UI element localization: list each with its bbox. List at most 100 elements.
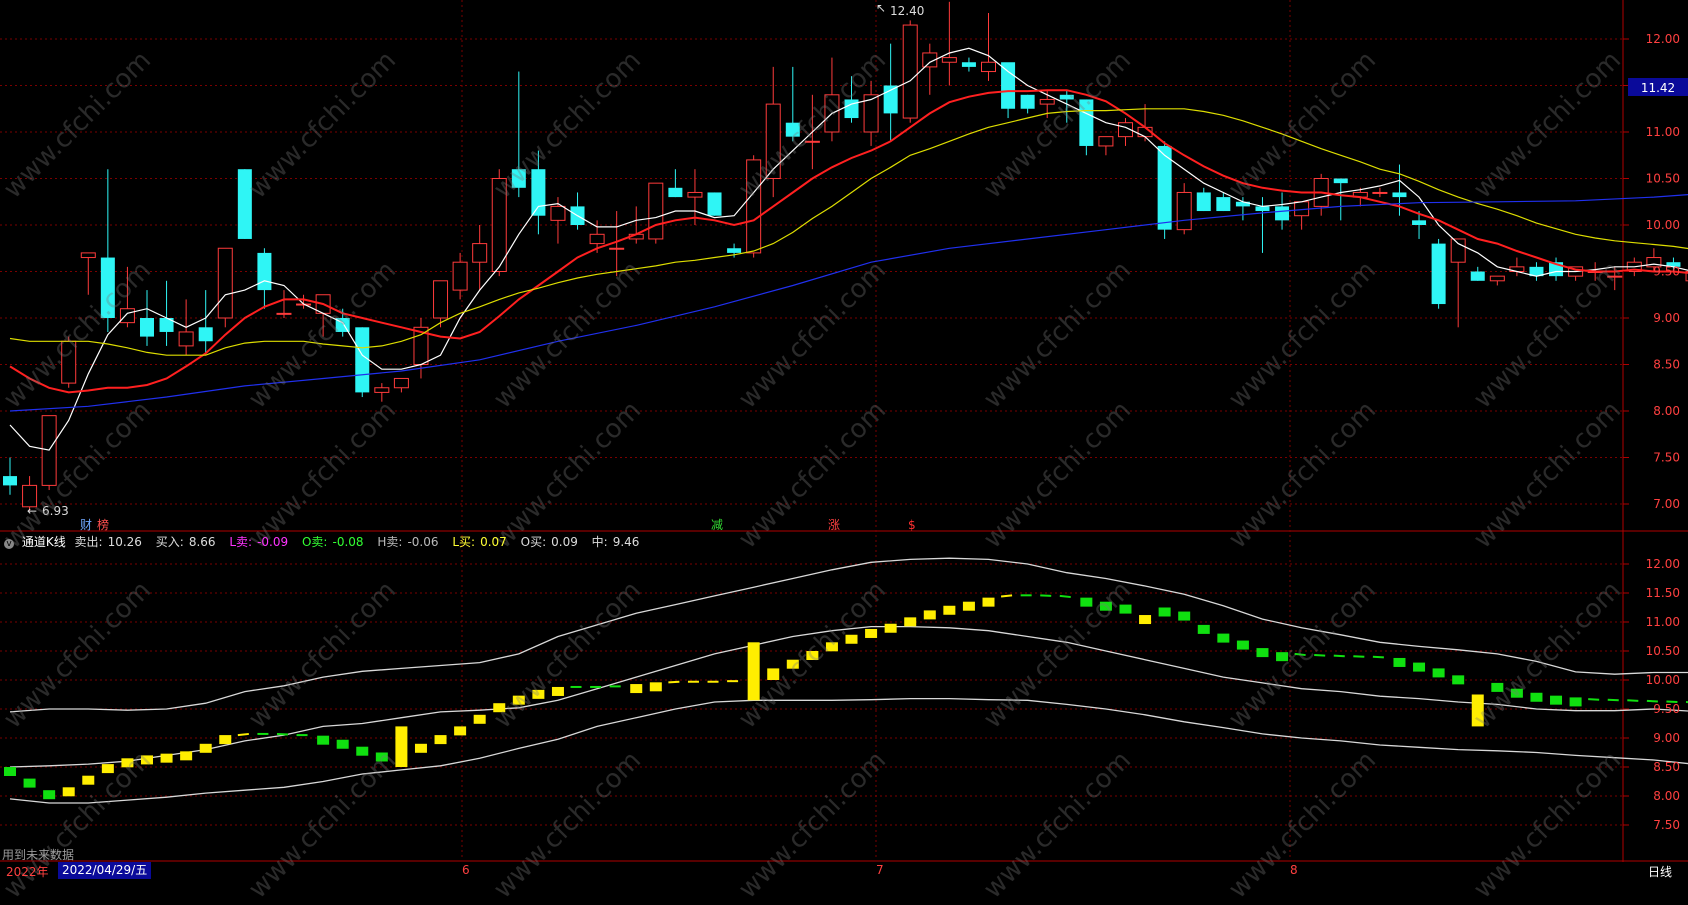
candle-body <box>491 178 507 272</box>
candlestick-series[interactable] <box>3 1 1688 511</box>
event-marker-finance[interactable]: 财 <box>80 518 92 532</box>
event-marker-rank[interactable]: 榜 <box>97 517 109 532</box>
candle <box>1117 118 1133 146</box>
month-label-8: 8 <box>1290 863 1298 877</box>
candle <box>393 377 409 393</box>
candle <box>1489 275 1505 286</box>
period-button[interactable]: 日线 <box>1648 863 1672 880</box>
indicator-legend: v 通道K线 卖出: 10.26 买入: 8.66 L卖: -0.09 O卖: -0.0… <box>4 533 649 549</box>
channel-bar <box>160 753 173 763</box>
candle <box>1079 99 1094 156</box>
channel-bar <box>4 767 16 776</box>
event-marker-reduce[interactable]: 减 <box>711 518 723 532</box>
channel-dash <box>1607 698 1619 702</box>
channel-bar <box>1550 695 1563 705</box>
candle-body <box>981 61 996 73</box>
main-tick-label: 7.00 <box>1653 497 1680 511</box>
channel-bar <box>865 628 878 638</box>
channel-bar <box>1471 694 1484 727</box>
candle <box>922 43 938 95</box>
indicator-tick-label: 10.00 <box>1646 673 1680 687</box>
channel-bar <box>454 726 467 736</box>
indicator-settings-icon[interactable]: v <box>4 539 14 549</box>
channel-bar <box>923 610 936 620</box>
candle-body <box>765 103 781 179</box>
candle <box>217 247 233 328</box>
candle-body <box>217 247 233 319</box>
channel-dash <box>1627 699 1639 702</box>
candle <box>452 252 468 300</box>
channel-bar <box>1256 648 1269 658</box>
indicator-tick-label: 12.00 <box>1646 557 1680 571</box>
indicator-tick-label: 11.50 <box>1646 586 1680 600</box>
candle-body <box>941 57 957 63</box>
candle-body <box>1470 271 1485 281</box>
channel-bar <box>121 758 134 768</box>
candle <box>844 76 859 123</box>
candle-body <box>139 318 154 337</box>
candle <box>648 182 664 244</box>
candle-body <box>589 233 605 245</box>
candle-body <box>374 387 390 393</box>
channel-bar <box>532 689 545 699</box>
candle-body <box>902 24 918 119</box>
channel-bar <box>943 605 956 615</box>
candle-body <box>727 248 742 253</box>
channel-bar <box>1217 633 1230 643</box>
main-tick-label: 11.00 <box>1646 125 1680 139</box>
candle <box>765 66 781 198</box>
candle <box>80 252 96 295</box>
legend-l-buy: L买: 0.07 <box>452 535 507 549</box>
channel-bar <box>1530 692 1543 702</box>
channel-bar <box>62 787 75 797</box>
channel-bar <box>1178 611 1191 621</box>
event-marker-dollar[interactable]: $ <box>908 518 916 532</box>
channel-bar <box>904 617 917 627</box>
indicator-price-axis: 7.50 8.00 8.50 9.00 9.50 10.00 10.50 11.00 11.50… <box>1623 557 1680 832</box>
channel-bar <box>1510 688 1523 698</box>
channel-markers[interactable] <box>4 594 1688 800</box>
candle <box>1020 94 1035 114</box>
channel-dash <box>1333 654 1345 658</box>
channel-bar <box>356 746 369 756</box>
channel-dash <box>1000 594 1013 598</box>
candle-body <box>1098 136 1114 147</box>
channel-bar <box>1569 697 1582 707</box>
date-label[interactable]: 2022/04/29/五 <box>58 862 152 879</box>
event-marker-rise[interactable]: 涨 <box>828 517 840 532</box>
candle <box>1196 187 1211 212</box>
channel-bar <box>82 775 95 785</box>
channel-bar <box>493 703 506 713</box>
candle <box>374 383 390 402</box>
candle-body <box>1431 243 1446 305</box>
candle-body <box>100 257 115 318</box>
indicator-tick-label: 10.50 <box>1646 644 1680 658</box>
candle <box>570 192 585 230</box>
candle <box>355 327 370 398</box>
channel-dash <box>276 732 289 736</box>
candle <box>491 169 507 277</box>
candle <box>1509 257 1525 277</box>
candle-body <box>198 327 213 342</box>
main-tick-label: 9.50 <box>1653 265 1680 279</box>
channel-dash <box>1588 698 1600 701</box>
candle <box>139 290 154 346</box>
indicator-tick-label: 8.00 <box>1653 789 1680 803</box>
candle-body <box>844 99 859 119</box>
candle-body <box>668 187 683 198</box>
moving-average-line <box>9 89 1688 394</box>
indicator-name[interactable]: 通道K线 <box>22 535 66 549</box>
candle <box>1431 238 1446 309</box>
channel-bar <box>1197 624 1210 634</box>
candle-body <box>178 331 194 347</box>
chart-stage: 7.00 7.50 8.00 8.50 9.00 9.50 10.00 10.50 11.00 1… <box>0 0 1688 862</box>
year-label: 2022年 <box>6 865 49 879</box>
channel-bar <box>747 642 760 701</box>
channel-bar <box>1432 668 1445 678</box>
candle-body <box>1412 220 1427 225</box>
channel-dash <box>1353 655 1365 658</box>
candle-body <box>237 169 252 239</box>
candle <box>746 155 762 258</box>
time-axis-bar: 用到未来数据 2022年 2022/04/29/五 6 7 8 日线 <box>0 848 1688 880</box>
channel-bar <box>1119 604 1132 614</box>
